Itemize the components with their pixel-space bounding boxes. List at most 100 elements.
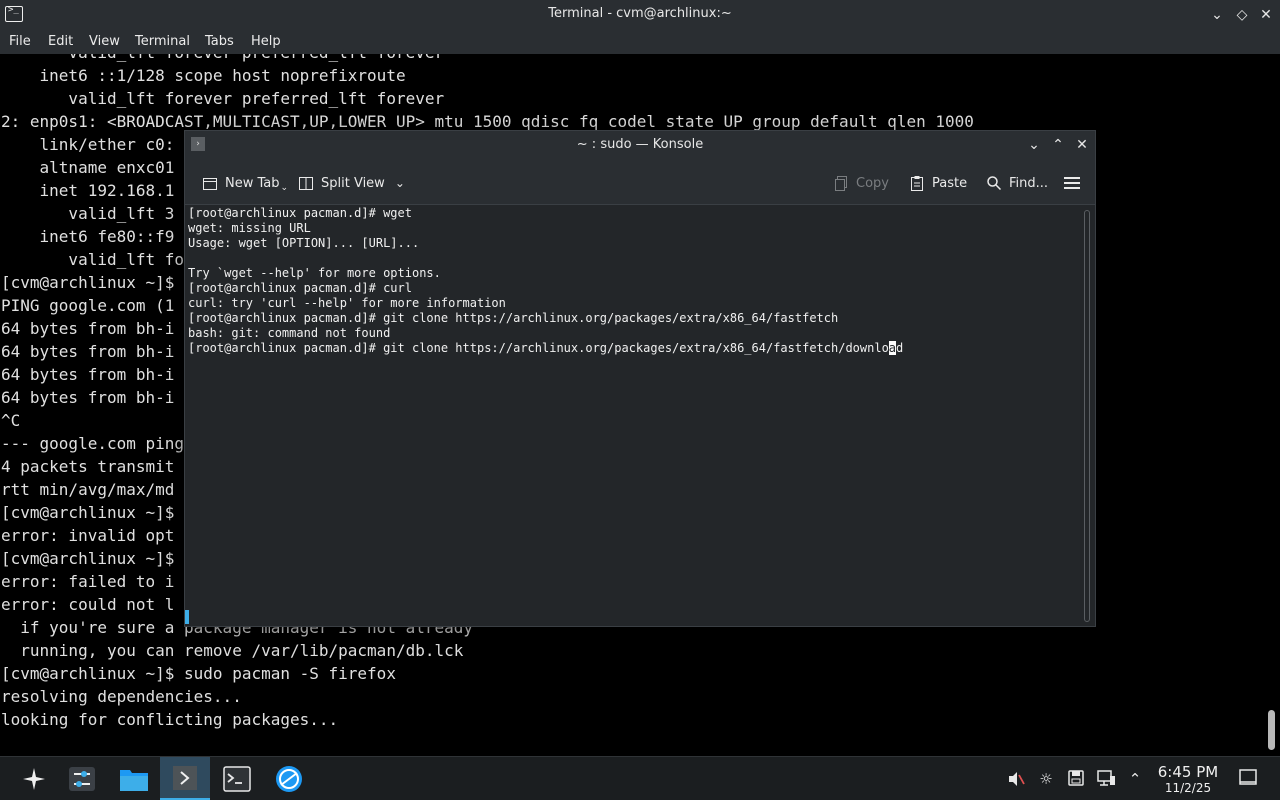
konsole-terminal-line: [root@archlinux pacman.d]# curl xyxy=(188,281,412,295)
menu-file[interactable]: File xyxy=(9,34,31,49)
bg-terminal-line: valid_lft 3 xyxy=(1,204,175,223)
bg-terminal-line: inet 192.168.1 xyxy=(1,181,175,200)
new-tab-icon xyxy=(202,175,218,191)
copy-icon xyxy=(833,175,849,191)
hamburger-menu-icon xyxy=(1063,175,1080,191)
split-view-label: Split View xyxy=(321,175,385,191)
bg-terminal-line: [cvm@archlinux ~]$ sudo pacman -S firefo… xyxy=(1,664,396,683)
scroll-marker xyxy=(185,610,189,624)
scrollbar-track[interactable] xyxy=(1084,210,1090,622)
bg-terminal-line: ^C xyxy=(1,411,21,430)
maximize-icon[interactable]: ⌃ xyxy=(1049,136,1067,154)
show-desktop-icon[interactable] xyxy=(1238,769,1258,789)
maximize-icon[interactable]: ◇ xyxy=(1233,6,1251,24)
konsole-terminal-line: [root@archlinux pacman.d]# git clone htt… xyxy=(188,311,839,325)
konsole-terminal-line: wget: missing URL xyxy=(188,221,311,235)
bg-terminal-line: running, you can remove /var/lib/pacman/… xyxy=(1,641,464,660)
menu-terminal[interactable]: Terminal xyxy=(135,34,190,49)
scrollbar-thumb[interactable] xyxy=(1268,710,1275,750)
bg-terminal-line: looking for conflicting packages... xyxy=(1,710,339,729)
menu-tabs[interactable]: Tabs xyxy=(205,34,234,49)
bg-terminal-line: error: could not l xyxy=(1,595,175,614)
konsole-terminal-line: bash: git: command not found xyxy=(188,326,391,340)
bg-terminal-line: PING google.com (1 xyxy=(1,296,175,315)
copy-label: Copy xyxy=(856,175,889,191)
minimize-icon[interactable]: ⌄ xyxy=(1025,136,1043,154)
paste-button[interactable]: Paste xyxy=(909,173,967,193)
bg-terminal-line: error: failed to i xyxy=(1,572,175,591)
konsole-terminal-line: curl: try 'curl --help' for more informa… xyxy=(188,296,506,310)
paste-label: Paste xyxy=(932,175,968,191)
bg-window-titlebar[interactable]: Terminal - cvm@archlinux:~ ⌄ ◇ ✕ xyxy=(0,0,1280,30)
bg-terminal-line: --- google.com ping xyxy=(1,434,185,453)
network-icon[interactable] xyxy=(1096,769,1116,789)
copy-button[interactable]: Copy xyxy=(833,173,889,193)
split-view-button[interactable]: Split View ⌄ xyxy=(298,173,405,193)
search-icon xyxy=(986,175,1002,191)
volume-muted-icon[interactable] xyxy=(1006,769,1026,789)
konsole-terminal-line: [root@archlinux pacman.d]# wget xyxy=(188,206,412,220)
system-settings-button[interactable] xyxy=(57,757,107,800)
bg-terminal-line: 4 packets transmit xyxy=(1,457,175,476)
storage-icon[interactable] xyxy=(1066,769,1086,789)
bg-terminal-line: resolving dependencies... xyxy=(1,687,242,706)
bg-terminal-line: [cvm@archlinux ~]$ xyxy=(1,549,175,568)
terminal-icon xyxy=(223,766,251,792)
bg-terminal-line: 64 bytes from bh-i xyxy=(1,319,175,338)
file-manager-button[interactable] xyxy=(109,757,159,800)
clock-time[interactable]: 6:45 PM xyxy=(1150,763,1226,781)
browser-icon xyxy=(276,766,302,792)
konsole-scrollbar[interactable] xyxy=(1079,206,1095,626)
current-command-tail: d xyxy=(896,341,904,355)
konsole-terminal-line: Try `wget --help' for more options. xyxy=(188,266,441,280)
bg-window-title: Terminal - cvm@archlinux:~ xyxy=(548,6,732,21)
split-view-icon xyxy=(298,175,314,191)
app-launcher-button[interactable] xyxy=(9,757,59,800)
bg-terminal-line: valid_lft forever preferred_lft forever xyxy=(1,89,445,108)
new-tab-label: New Tab xyxy=(225,175,280,191)
bg-terminal-line: [cvm@archlinux ~]$ xyxy=(1,273,175,292)
bg-terminal-line: altname enxc01 xyxy=(1,158,175,177)
find-button[interactable]: Find... xyxy=(986,173,1048,193)
paste-icon xyxy=(909,175,925,191)
bg-terminal-line: error: invalid opt xyxy=(1,526,175,545)
chevron-up-icon[interactable]: ⌃ xyxy=(1125,769,1145,789)
system-settings-icon xyxy=(69,767,95,791)
new-tab-button[interactable]: New Tab ⌄ xyxy=(202,173,288,193)
close-icon[interactable]: ✕ xyxy=(1257,6,1275,24)
bg-window-menubar: File Edit View Terminal Tabs Help xyxy=(0,30,1280,54)
browser-task-button[interactable] xyxy=(264,757,314,800)
bg-terminal-line: link/ether c0: xyxy=(1,135,175,154)
konsole-toolbar: New Tab ⌄ Split View ⌄ Copy Paste Find..… xyxy=(185,159,1095,205)
bg-terminal-scrollbar[interactable] xyxy=(1262,54,1280,756)
brightness-icon[interactable]: ☼ xyxy=(1036,769,1056,789)
close-icon[interactable]: ✕ xyxy=(1073,136,1091,154)
bg-terminal-line: rtt min/avg/max/md xyxy=(1,480,175,499)
bg-terminal-line: 64 bytes from bh-i xyxy=(1,342,175,361)
konsole-window[interactable]: › ~ : sudo — Konsole ⌄ ⌃ ✕ New Tab ⌄ Spl… xyxy=(184,130,1096,627)
konsole-task-button[interactable] xyxy=(160,757,210,800)
minimize-icon[interactable]: ⌄ xyxy=(1208,6,1226,24)
bg-terminal-line: 64 bytes from bh-i xyxy=(1,365,175,384)
bg-terminal-line: valid_lft fo xyxy=(1,250,185,269)
file-manager-icon xyxy=(120,770,148,791)
menu-help[interactable]: Help xyxy=(251,34,281,49)
menu-view[interactable]: View xyxy=(89,34,120,49)
chevron-down-icon[interactable]: ⌄ xyxy=(395,176,405,190)
hamburger-menu-button[interactable] xyxy=(1063,173,1086,193)
find-label: Find... xyxy=(1009,175,1049,191)
bg-terminal-line: [cvm@archlinux ~]$ xyxy=(1,503,175,522)
clock-date[interactable]: 11/2/25 xyxy=(1150,781,1226,795)
bg-terminal-line: inet6 fe80::f9 xyxy=(1,227,175,246)
taskbar: ☼ ⌃ 6:45 PM 11/2/25 xyxy=(0,756,1280,800)
bg-terminal-line: inet6 ::1/128 scope host noprefixroute xyxy=(1,66,406,85)
konsole-terminal-output[interactable]: [root@archlinux pacman.d]# wget wget: mis… xyxy=(185,206,1079,626)
terminal-current-line[interactable]: [root@archlinux pacman.d]# git clone htt… xyxy=(188,341,903,356)
menu-edit[interactable]: Edit xyxy=(48,34,73,49)
konsole-titlebar[interactable]: › ~ : sudo — Konsole ⌄ ⌃ ✕ xyxy=(185,131,1095,159)
konsole-terminal-line: Usage: wget [OPTION]... [URL]... xyxy=(188,236,420,250)
konsole-title: ~ : sudo — Konsole xyxy=(576,137,704,152)
terminal-task-button[interactable] xyxy=(212,757,262,800)
app-launcher-icon xyxy=(23,768,45,790)
dropdown-arrow-icon[interactable]: ⌄ xyxy=(281,183,289,193)
